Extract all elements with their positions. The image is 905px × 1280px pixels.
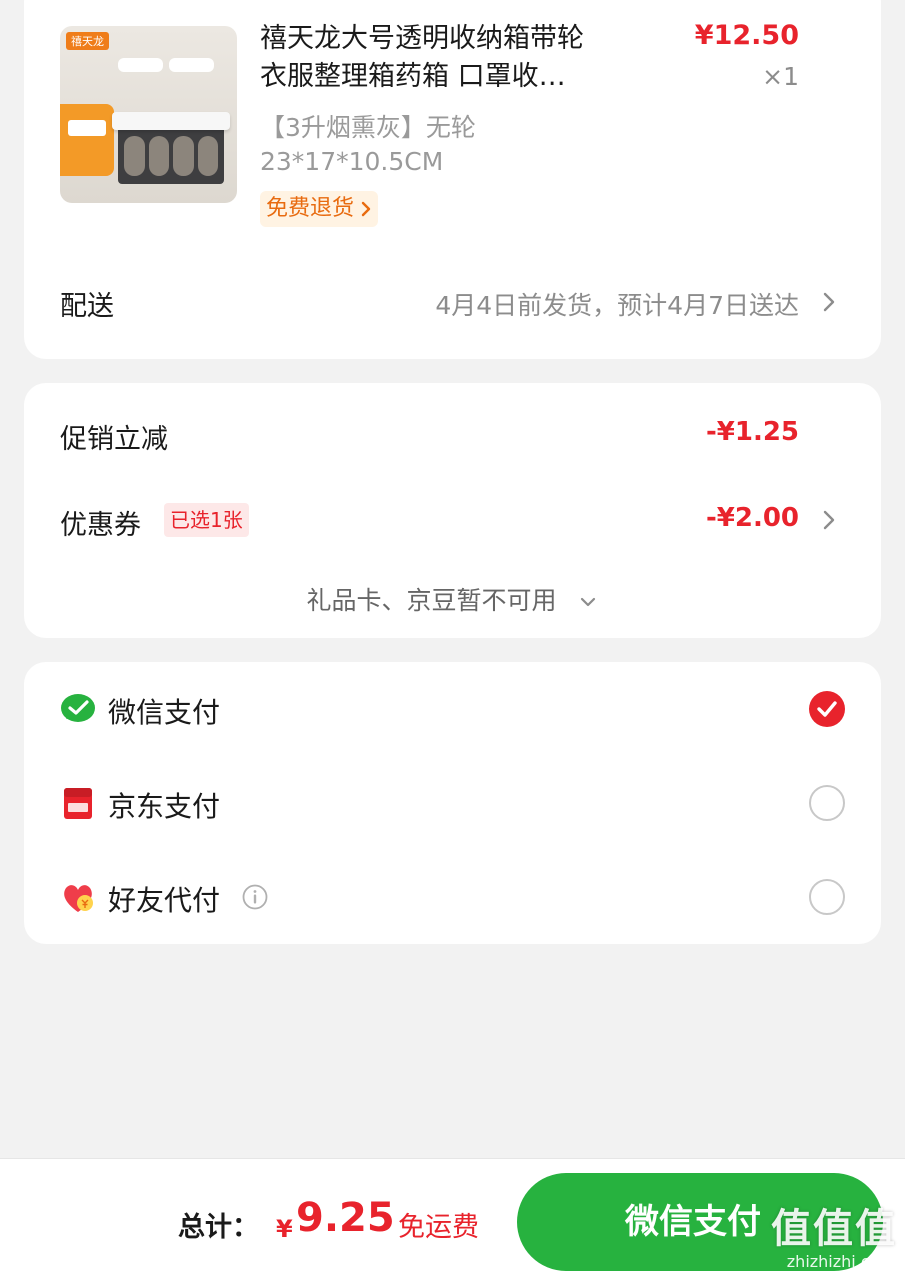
payment-option-friend[interactable]: 好友代付	[24, 867, 881, 927]
product-spec-line2: 23*17*10.5CM	[260, 147, 444, 176]
promo-value: -¥1.25	[705, 417, 799, 447]
payment-card: 微信支付 京东支付 好友代付	[24, 662, 881, 944]
info-icon[interactable]	[241, 883, 269, 911]
product-spec-line1: 【3升烟熏灰】无轮	[260, 113, 476, 142]
radio-unselected[interactable]	[809, 879, 845, 915]
free-return-badge[interactable]: 免费退货	[260, 191, 379, 227]
payment-label-friend: 好友代付	[108, 884, 221, 917]
product-title[interactable]: 禧天龙大号透明收纳箱带轮 衣服整理箱药箱 口罩收…	[260, 20, 670, 96]
coupon-value[interactable]: -¥2.00	[706, 503, 799, 533]
friend-pay-icon	[64, 885, 93, 912]
chevron-right-icon[interactable]	[821, 506, 837, 534]
jd-pay-icon	[64, 788, 92, 819]
product-quantity: ×1	[762, 62, 799, 91]
giftcard-note[interactable]: 礼品卡、京豆暂不可用	[24, 581, 881, 617]
checkmark-icon	[817, 701, 837, 717]
thumbnail-lid	[112, 112, 230, 130]
thumbnail-brand: 禧天龙	[66, 32, 109, 50]
payment-option-wechat[interactable]: 微信支付	[24, 679, 881, 739]
checkout-page: 禧天龙 禧天龙大号透明收纳箱带轮 衣服整理箱药箱 口罩收… ¥12.50 ×1 …	[0, 0, 905, 1280]
checkout-bottom-bar: 总计： ¥ 9.25 免运费 微信支付	[0, 1158, 905, 1280]
total-label: 总计：	[178, 1212, 259, 1243]
payment-label-jd: 京东支付	[108, 790, 221, 823]
product-spec[interactable]: 【3升烟熏灰】无轮 23*17*10.5CM	[260, 111, 640, 179]
chevron-right-icon[interactable]	[821, 288, 837, 316]
delivery-value[interactable]: 4月4日前发货，预计4月7日送达	[435, 286, 799, 322]
chevron-down-icon	[581, 597, 596, 607]
giftcard-note-text: 礼品卡、京豆暂不可用	[306, 586, 557, 615]
promo-label: 促销立减	[60, 424, 168, 455]
delivery-label: 配送	[60, 291, 114, 322]
thumbnail-pills	[118, 58, 214, 72]
product-thumbnail[interactable]: 禧天龙	[60, 26, 237, 203]
payment-label-wechat: 微信支付	[108, 696, 221, 729]
discount-card: 促销立减 -¥1.25 优惠券 已选1张 -¥2.00 礼品卡、京豆暂不可用	[24, 383, 881, 638]
free-shipping-label: 免运费	[398, 1212, 479, 1243]
product-card: 禧天龙 禧天龙大号透明收纳箱带轮 衣服整理箱药箱 口罩收… ¥12.50 ×1 …	[24, 0, 881, 359]
wechat-pay-icon	[61, 694, 95, 722]
product-title-line2: 衣服整理箱药箱 口罩收…	[260, 61, 566, 92]
total-currency: ¥	[276, 1215, 293, 1243]
watermark-url: zhizhizhi.com	[786, 1252, 895, 1271]
payment-option-jd[interactable]: 京东支付	[24, 773, 881, 833]
chevron-right-icon	[361, 201, 371, 217]
radio-selected[interactable]	[809, 691, 845, 727]
coupon-label: 优惠券	[60, 510, 141, 541]
product-title-line1: 禧天龙大号透明收纳箱带轮	[260, 23, 584, 54]
thumbnail-rolls	[124, 136, 218, 176]
thumbnail-price-tag	[60, 104, 114, 176]
radio-unselected[interactable]	[809, 785, 845, 821]
watermark-logo: 值值值	[771, 1206, 897, 1252]
total-amount: 9.25	[296, 1195, 395, 1241]
free-return-label: 免费退货	[266, 196, 355, 221]
coupon-selected-tag[interactable]: 已选1张	[164, 503, 249, 537]
product-price: ¥12.50	[694, 20, 799, 51]
